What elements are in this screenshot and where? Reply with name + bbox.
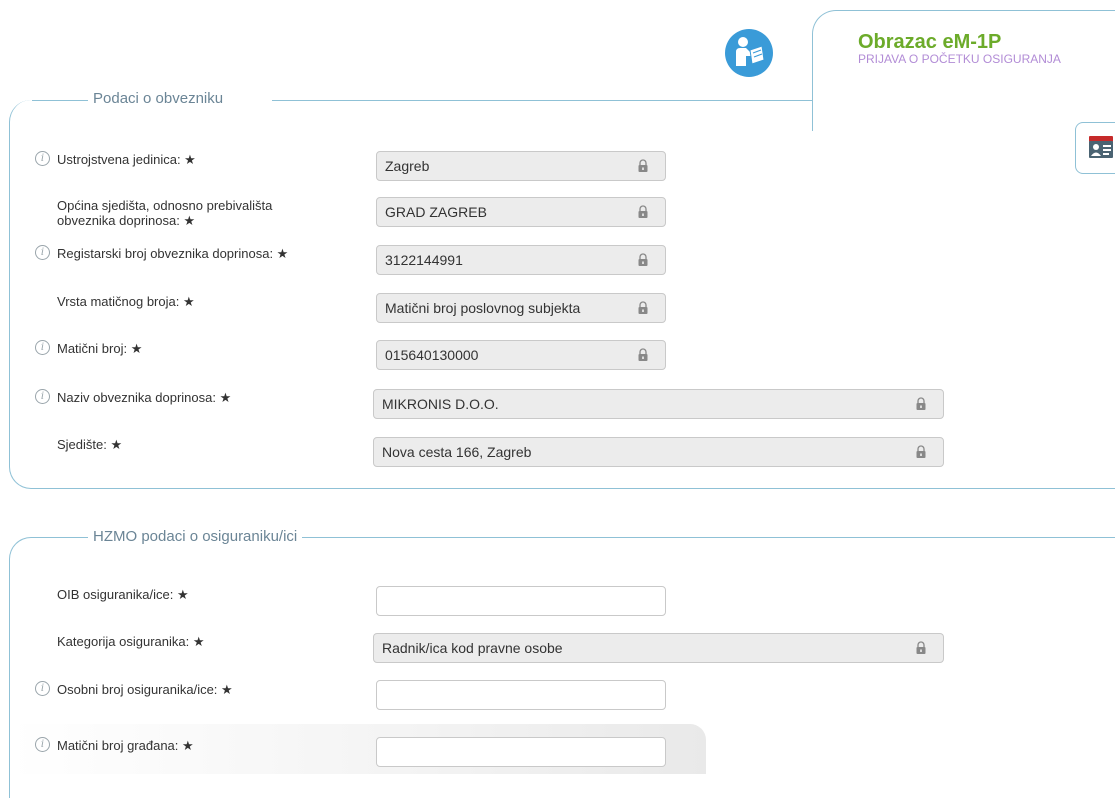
lock-icon: [638, 301, 648, 314]
help-manual-icon[interactable]: [724, 28, 774, 78]
opcina-sjedista-field: GRAD ZAGREB: [376, 197, 666, 227]
info-icon[interactable]: i: [35, 245, 50, 260]
info-icon[interactable]: i: [35, 151, 50, 166]
lock-icon: [638, 205, 648, 218]
form-subtitle: PRIJAVA O POČETKU OSIGURANJA: [858, 52, 1061, 66]
osobni-broj-input[interactable]: [376, 680, 666, 710]
naziv-obveznika-field: MIKRONIS D.O.O.: [373, 389, 944, 419]
info-icon[interactable]: i: [35, 340, 50, 355]
maticni-broj-field: 015640130000: [376, 340, 666, 370]
info-icon[interactable]: i: [35, 389, 50, 404]
lock-icon: [638, 253, 648, 266]
section-obveznik-legend: Podaci o obvezniku: [88, 90, 229, 107]
field-label-opcina-sjedista: Općina sjedišta, odnosno prebivališta ob…: [57, 198, 273, 228]
field-value: 015640130000: [385, 347, 479, 363]
info-icon[interactable]: i: [35, 681, 50, 696]
field-label-kategorija: Kategorija osiguranika: ★: [57, 634, 205, 649]
lock-icon: [916, 641, 926, 654]
registarski-broj-field: 3122144991: [376, 245, 666, 275]
field-label-sjediste: Sjedište: ★: [57, 437, 123, 452]
kategorija-field: Radnik/ica kod pravne osobe: [373, 633, 944, 663]
field-value: Matični broj poslovnog subjekta: [385, 300, 581, 316]
field-value: GRAD ZAGREB: [385, 204, 487, 220]
field-value: Radnik/ica kod pravne osobe: [382, 640, 563, 656]
ustrojstvena-jedinica-field: Zagreb: [376, 151, 666, 181]
vrsta-maticnog-broja-field: Matični broj poslovnog subjekta: [376, 293, 666, 323]
lock-icon: [916, 397, 926, 410]
field-value: 3122144991: [385, 252, 463, 268]
form-title: Obrazac eM-1P: [858, 31, 1002, 53]
sjediste-field: Nova cesta 166, Zagreb: [373, 437, 944, 467]
field-label-maticni-broj: Matični broj: ★: [57, 341, 143, 356]
field-label-osobni-broj: Osobni broj osiguranika/ice: ★: [57, 682, 233, 697]
info-icon[interactable]: i: [35, 737, 50, 752]
section-osiguranik-legend: HZMO podaci o osiguraniku/ici: [88, 528, 303, 545]
oib-input[interactable]: [376, 586, 666, 616]
field-label-vrsta-maticnog-broja: Vrsta matičnog broja: ★: [57, 294, 195, 309]
field-value: Zagreb: [385, 158, 430, 174]
lock-icon: [638, 348, 648, 361]
lock-icon: [638, 159, 648, 172]
field-value: Nova cesta 166, Zagreb: [382, 444, 532, 460]
field-value: MIKRONIS D.O.O.: [382, 396, 499, 412]
field-label-registarski-broj: Registarski broj obveznika doprinosa: ★: [57, 246, 289, 261]
field-label-ustrojstvena-jedinica: Ustrojstvena jedinica: ★: [57, 152, 196, 167]
maticni-broj-gradana-input[interactable]: [376, 737, 666, 767]
field-label-naziv-obveznika: Naziv obveznika doprinosa: ★: [57, 390, 232, 405]
field-label-oib: OIB osiguranika/ice: ★: [57, 587, 189, 602]
field-label-maticni-broj-gradana: Matični broj građana: ★: [57, 738, 194, 753]
lock-icon: [916, 445, 926, 458]
